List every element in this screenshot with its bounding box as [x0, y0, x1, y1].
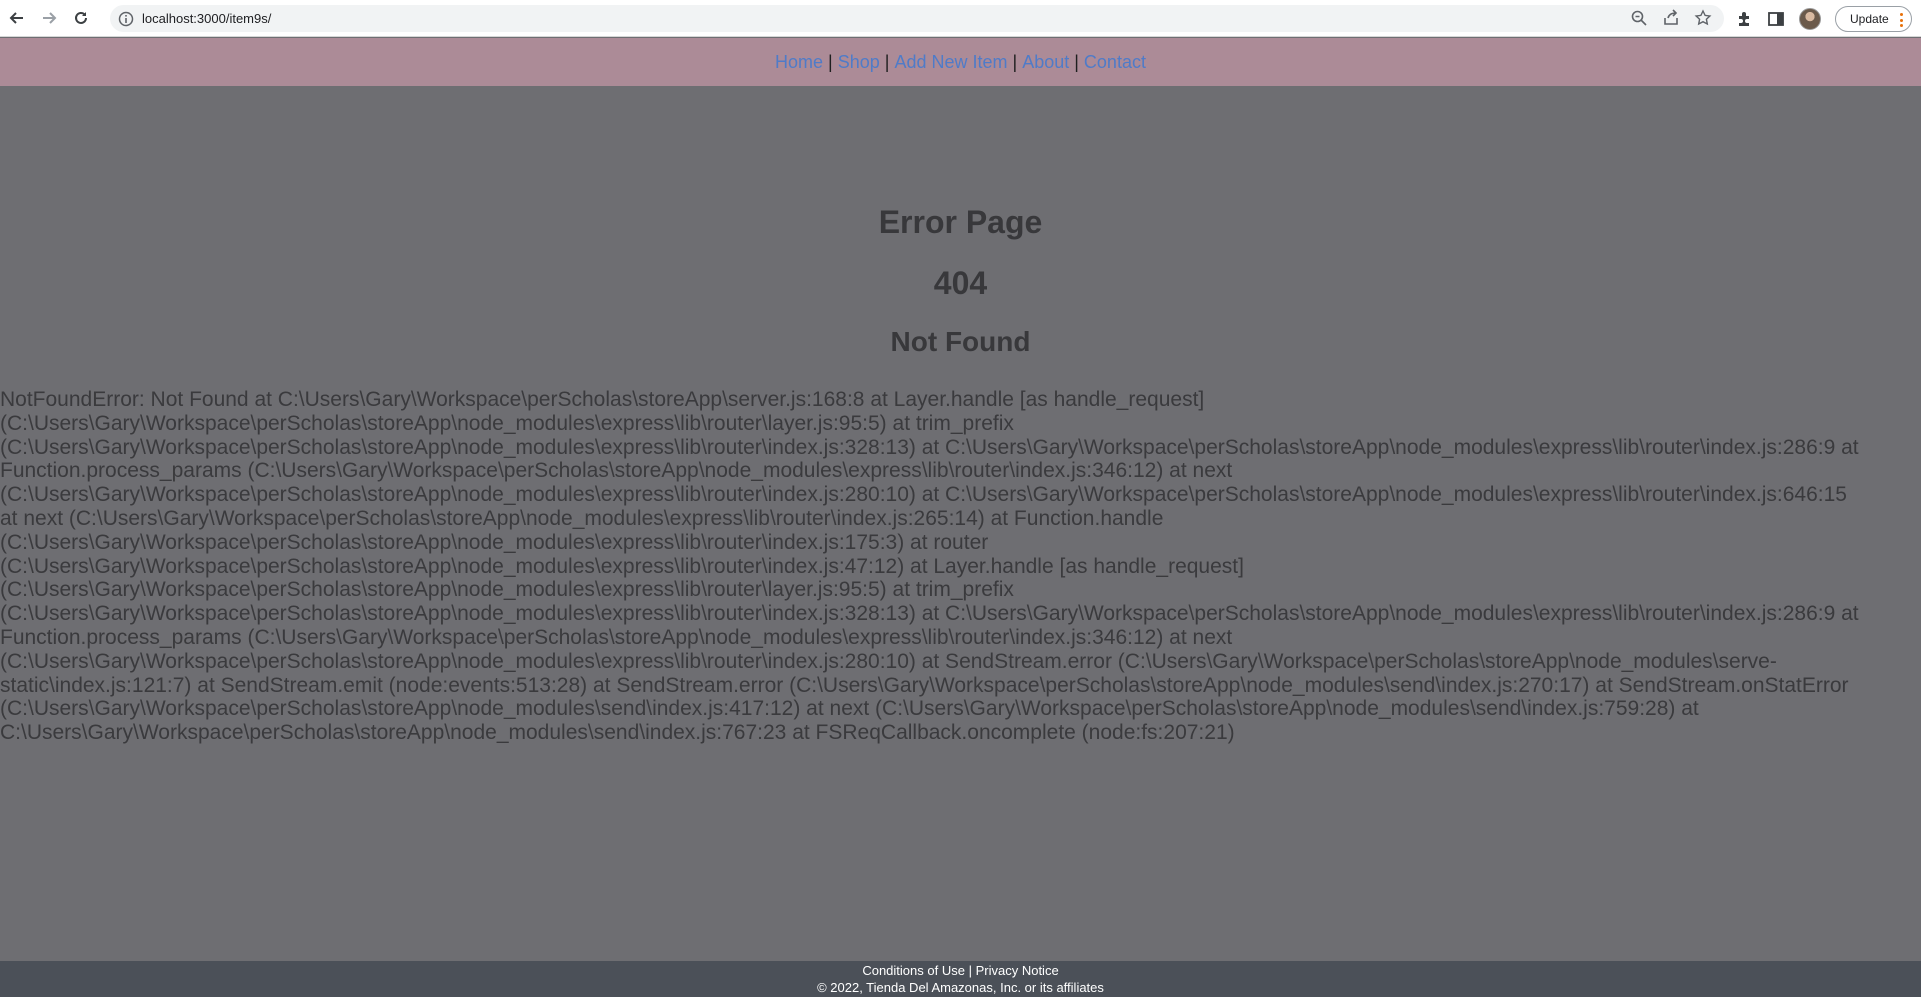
- nav-link-about[interactable]: About: [1022, 52, 1069, 73]
- nav-separator: |: [1074, 51, 1079, 72]
- bookmark-star-icon[interactable]: [1694, 9, 1712, 27]
- stack-line: C:\Users\Gary\Workspace\perScholas\store…: [0, 721, 1235, 745]
- stack-line: (C:\Users\Gary\Workspace\perScholas\stor…: [0, 649, 1777, 673]
- stack-line: static\index.js:121:7) at SendStream.emi…: [0, 673, 1849, 697]
- share-icon[interactable]: [1662, 9, 1680, 27]
- site-nav: Home | Shop | Add New Item | About | Con…: [0, 38, 1921, 86]
- stack-line: Function.process_params (C:\Users\Gary\W…: [0, 625, 1233, 649]
- stack-line: (C:\Users\Gary\Workspace\perScholas\stor…: [0, 554, 1244, 578]
- stack-line: (C:\Users\Gary\Workspace\perScholas\stor…: [0, 483, 1847, 507]
- stack-line: (C:\Users\Gary\Workspace\perScholas\stor…: [0, 530, 989, 554]
- error-main: Error Page 404 Not Found NotFoundError: …: [0, 86, 1921, 961]
- nav-link-contact[interactable]: Contact: [1084, 52, 1146, 73]
- site-footer: Conditions of Use | Privacy Notice © 202…: [0, 961, 1921, 997]
- footer-separator: |: [968, 963, 972, 978]
- stack-line: (C:\Users\Gary\Workspace\perScholas\stor…: [0, 435, 1859, 459]
- forward-button[interactable]: [34, 3, 64, 33]
- menu-dots-icon: [1899, 13, 1903, 27]
- url-text[interactable]: localhost:3000/item9s/: [142, 11, 271, 26]
- profile-avatar[interactable]: [1799, 8, 1821, 30]
- nav-separator: |: [828, 51, 833, 72]
- nav-link-shop[interactable]: Shop: [838, 52, 880, 73]
- back-icon: [9, 12, 23, 24]
- info-icon[interactable]: [118, 11, 134, 27]
- footer-link-conditions[interactable]: Conditions of Use: [862, 963, 965, 978]
- extensions-icon[interactable]: [1735, 10, 1753, 28]
- stack-line: Function.process_params (C:\Users\Gary\W…: [0, 459, 1233, 483]
- stack-line: NotFoundError: Not Found at C:\Users\Gar…: [0, 388, 1205, 411]
- stack-line: at next (C:\Users\Gary\Workspace\perScho…: [0, 506, 1164, 530]
- reload-icon: [75, 11, 87, 24]
- back-button[interactable]: [2, 3, 32, 33]
- stack-line: (C:\Users\Gary\Workspace\perScholas\stor…: [0, 411, 1014, 435]
- stack-line: (C:\Users\Gary\Workspace\perScholas\stor…: [0, 602, 1859, 626]
- footer-copyright: © 2022, Tienda Del Amazonas, Inc. or its…: [817, 980, 1104, 995]
- browser-toolbar: localhost:3000/item9s/ Update: [0, 0, 1921, 37]
- update-button[interactable]: Update: [1835, 6, 1912, 32]
- footer-link-privacy[interactable]: Privacy Notice: [976, 963, 1059, 978]
- error-title: Error Page: [878, 204, 1043, 240]
- nav-link-home[interactable]: Home: [775, 52, 823, 73]
- stack-line: (C:\Users\Gary\Workspace\perScholas\stor…: [0, 697, 1699, 721]
- side-panel-icon[interactable]: [1767, 10, 1785, 28]
- error-status-code: 404: [933, 265, 988, 301]
- nav-separator: |: [884, 51, 890, 72]
- reload-button[interactable]: [66, 3, 96, 33]
- forward-icon: [43, 12, 57, 24]
- nav-link-add-new-item[interactable]: Add New Item: [894, 52, 1007, 73]
- stack-line: (C:\Users\Gary\Workspace\perScholas\stor…: [0, 578, 1014, 602]
- zoom-icon[interactable]: [1630, 9, 1648, 27]
- nav-separator: |: [1012, 51, 1018, 72]
- address-bar[interactable]: localhost:3000/item9s/: [110, 5, 1724, 32]
- update-label: Update: [1850, 12, 1889, 26]
- error-stack-trace: NotFoundError: Not Found at C:\Users\Gar…: [0, 388, 1921, 745]
- error-message: Not Found: [890, 326, 1031, 357]
